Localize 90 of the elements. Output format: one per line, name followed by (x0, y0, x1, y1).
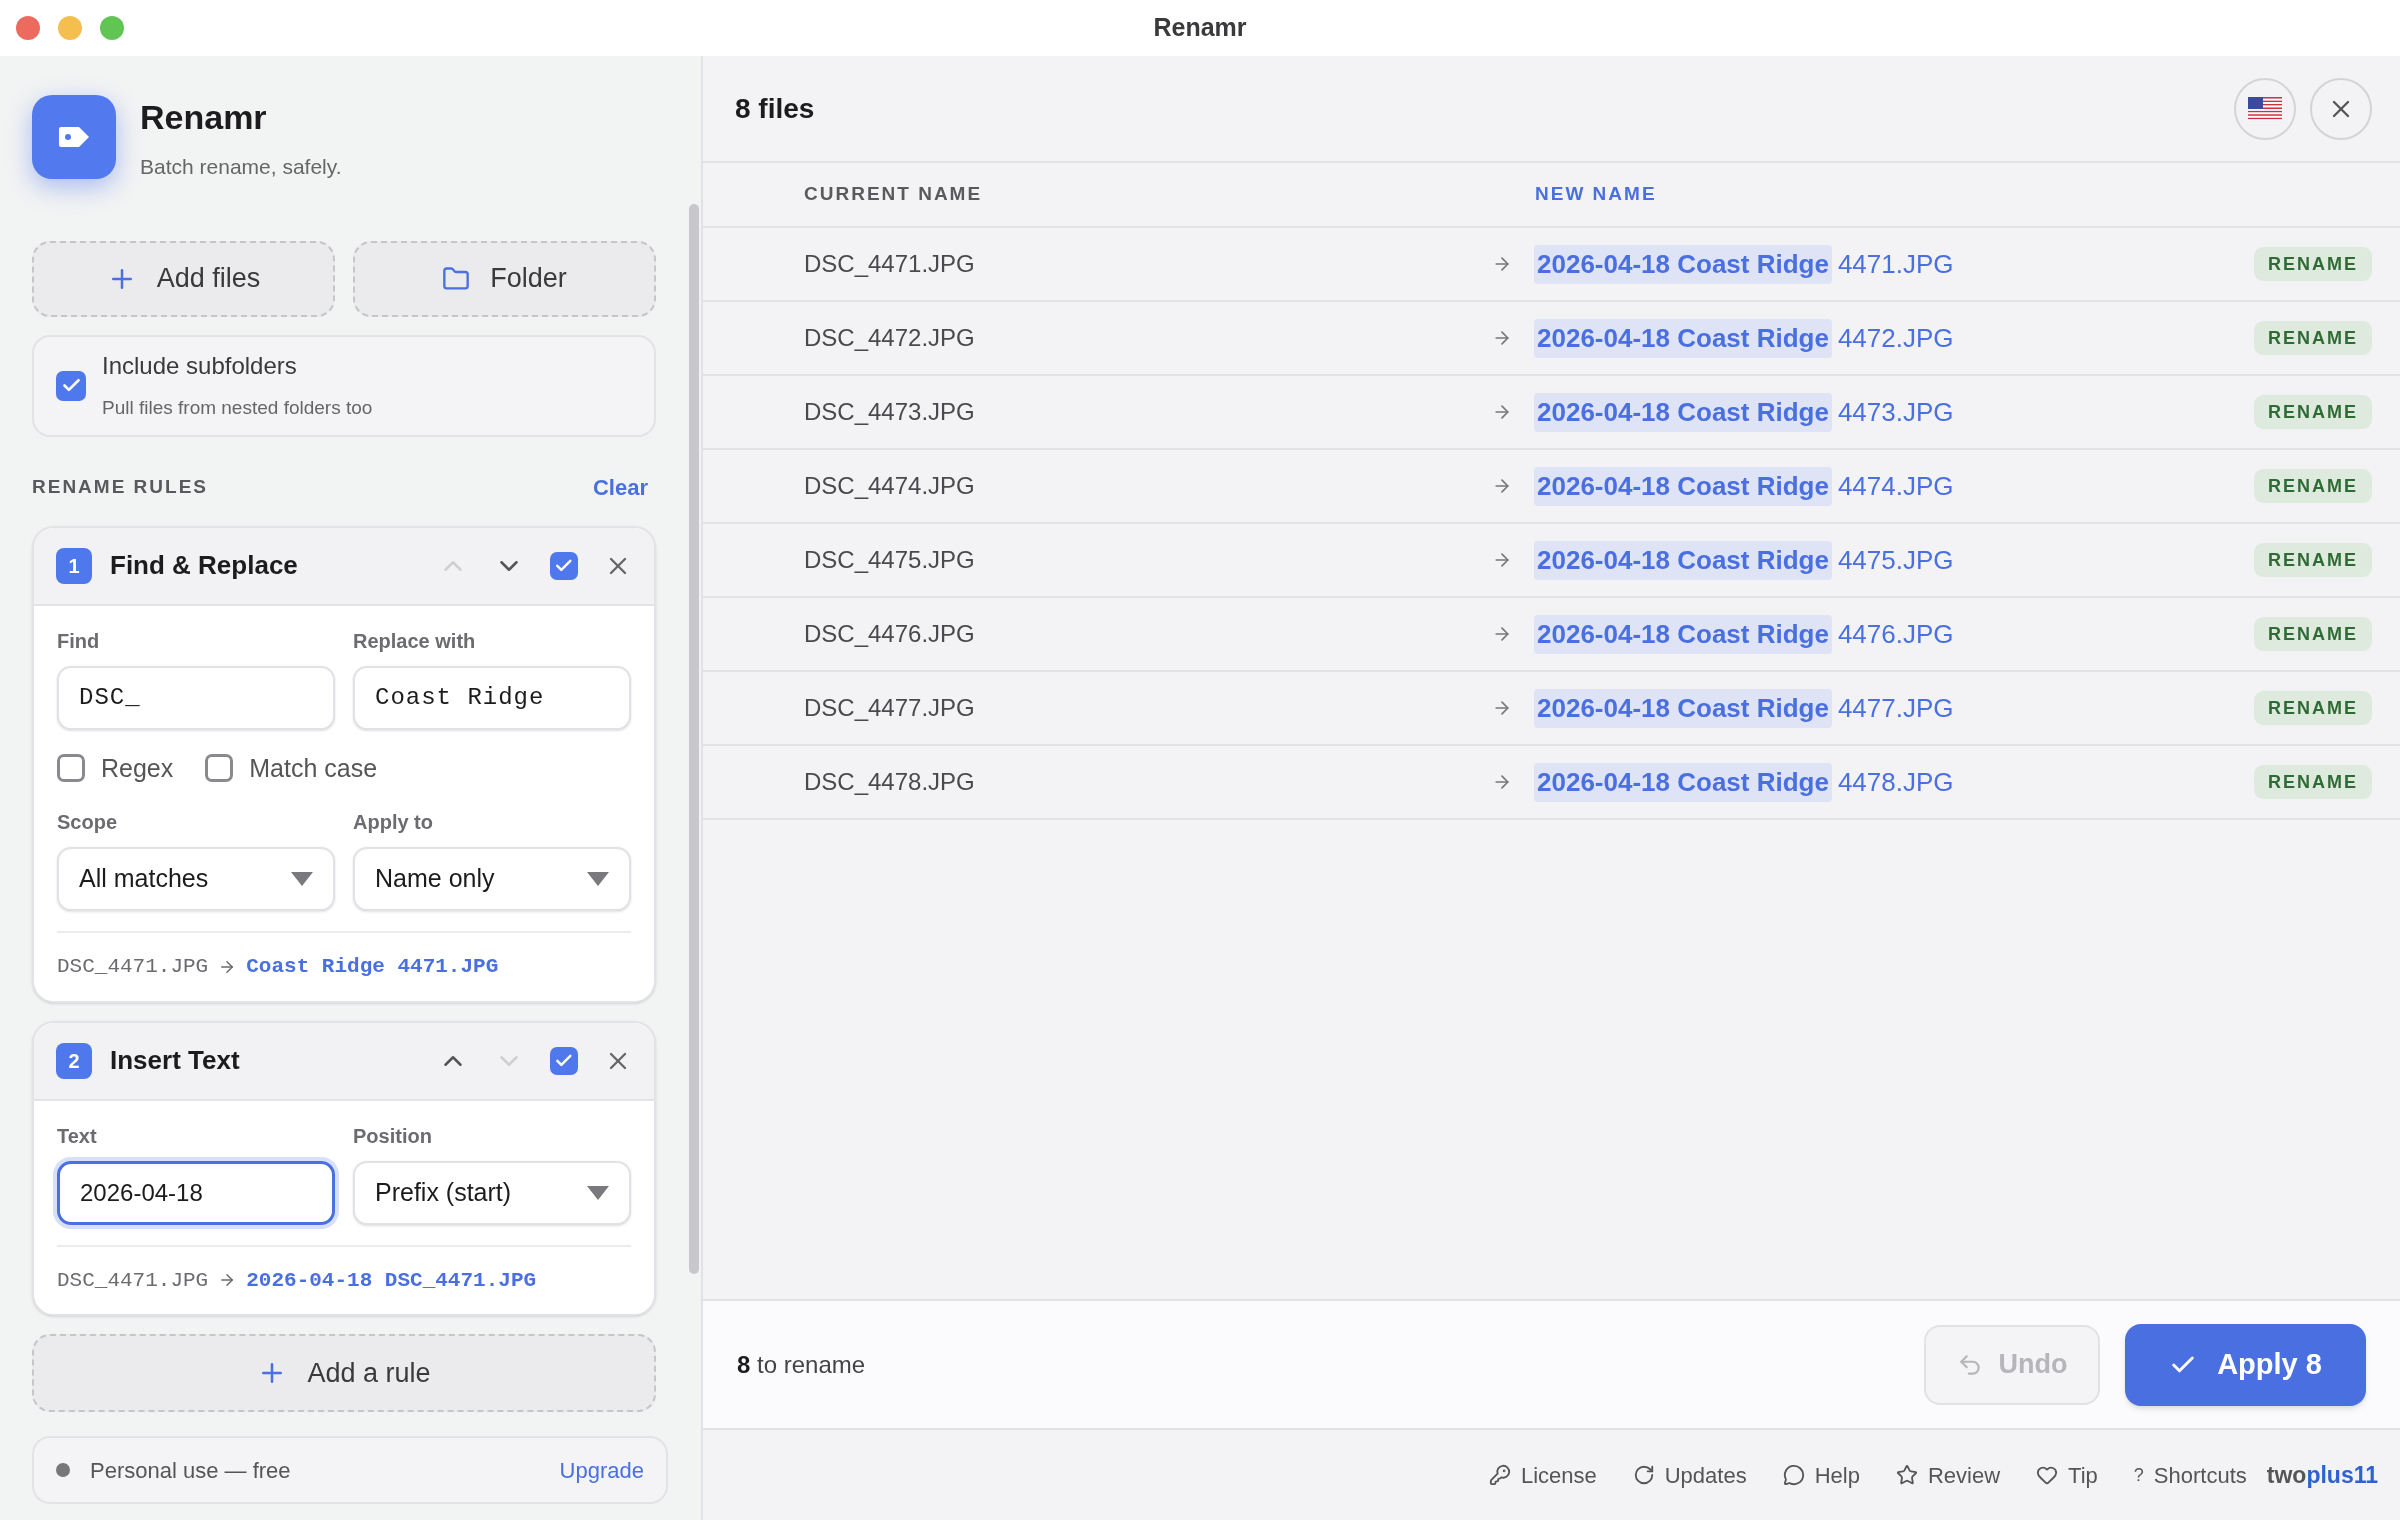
preview-after: Coast Ridge 4471.JPG (246, 954, 499, 980)
folder-button[interactable]: Folder (353, 240, 656, 317)
close-window-button[interactable] (16, 16, 40, 40)
status-badge: RENAME (2254, 765, 2372, 799)
column-header: CURRENT NAME (804, 182, 984, 207)
dropdown[interactable]: All matches (57, 847, 335, 911)
status-badge: RENAME (2254, 691, 2372, 725)
field-label: Scope (57, 810, 119, 835)
dropdown-caret-icon (291, 872, 313, 886)
footer-link-icon (1895, 1464, 1918, 1486)
field-label: Replace with (353, 628, 477, 654)
new-name-cell: 2026-04-18 Coast Ridge 4473.JPG (1534, 392, 1954, 432)
current-name-cell-text: DSC_4478.JPG (804, 767, 976, 797)
preview-before: DSC_4471.JPG (57, 954, 209, 980)
language-button[interactable] (2234, 77, 2296, 140)
dropdown[interactable]: Prefix (start) (353, 1160, 631, 1225)
add-files-button[interactable]: Add files (32, 240, 335, 317)
checkbox[interactable] (550, 551, 578, 580)
zoom-window-button[interactable] (100, 16, 124, 40)
dropdown-caret-icon (587, 1185, 609, 1200)
folder-icon (442, 264, 471, 293)
footer-link[interactable]: Tip (2036, 1458, 2098, 1492)
field-label: Text (57, 1123, 98, 1149)
preview-after: 2026-04-18 DSC_4471.JPG (246, 1267, 537, 1294)
status-badge: RENAME (2254, 247, 2372, 281)
rename-summary: 8 to rename (737, 1349, 866, 1380)
clear-link[interactable]: Clear (592, 470, 648, 504)
footer-link[interactable]: Updates (1632, 1458, 1747, 1492)
rule-number: 2 (56, 1042, 92, 1079)
window-title: Renamr (1153, 12, 1247, 44)
checkbox-label: Regex (101, 752, 174, 784)
question-mark-icon: ? (2133, 1461, 2144, 1489)
checkbox[interactable] (550, 1046, 578, 1075)
current-name-cell-text: DSC_4476.JPG (804, 619, 976, 649)
text-field[interactable]: DSC_ (57, 665, 335, 730)
new-name-cell: 2026-04-18 Coast Ridge 4472.JPG (1534, 318, 1954, 358)
dropdown[interactable]: Name only (353, 847, 631, 911)
footer-link[interactable]: ? Shortcuts (2133, 1458, 2247, 1492)
file-count-title: 8 files (735, 91, 815, 126)
current-name-cell-text: DSC_4474.JPG (804, 471, 976, 501)
status-badge: RENAME (2254, 617, 2372, 651)
add-rule-button[interactable]: Add a rule (32, 1334, 656, 1412)
status-badge: RENAME (2254, 469, 2372, 503)
rule-title: Find & Replace (110, 549, 298, 582)
current-name-cell-text: DSC_4472.JPG (804, 323, 976, 353)
preview-before: DSC_4471.JPG (57, 1267, 209, 1294)
subfolders-hint: Pull files from nested folders too (102, 396, 373, 421)
new-name-cell: 2026-04-18 Coast Ridge 4476.JPG (1534, 614, 1954, 654)
tag-icon (59, 127, 89, 148)
checkbox-label: Match case (249, 752, 378, 784)
status-badge: RENAME (2254, 321, 2372, 355)
current-name-cell-text: DSC_4475.JPG (804, 545, 976, 575)
new-name-cell: 2026-04-18 Coast Ridge 4474.JPG (1534, 466, 1954, 506)
subfolders-label: Include subfolders (102, 351, 298, 382)
status-badge: RENAME (2254, 543, 2372, 577)
column-header: NEW NAME (1535, 182, 1657, 207)
status-badge: RENAME (2254, 395, 2372, 429)
footer-link-icon (1488, 1464, 1511, 1486)
current-name-cell-text: DSC_4471.JPG (804, 249, 976, 279)
rule-number: 1 (56, 547, 92, 584)
license-text: Personal use — free (90, 1456, 291, 1485)
brand-logo: twoplus11 (2266, 1460, 2378, 1490)
app-tagline: Batch rename, safely. (140, 154, 342, 180)
checkbox[interactable] (56, 370, 86, 401)
dropdown-caret-icon (587, 872, 609, 886)
field-label: Position (353, 1123, 433, 1149)
new-name-cell: 2026-04-18 Coast Ridge 4478.JPG (1534, 762, 1954, 802)
app-name: Renamr (140, 97, 268, 138)
footer-link[interactable]: Help (1782, 1458, 1860, 1492)
footer-link[interactable]: Review (1895, 1458, 2001, 1492)
current-name-cell-text: DSC_4473.JPG (804, 397, 976, 427)
close-button[interactable] (2310, 77, 2372, 140)
current-name-cell-text: DSC_4477.JPG (804, 693, 976, 723)
rule-title: Insert Text (110, 1044, 240, 1077)
field-label: Find (57, 628, 101, 654)
checkbox[interactable] (205, 754, 234, 783)
flag-icon (2248, 96, 2282, 121)
new-name-cell: 2026-04-18 Coast Ridge 4471.JPG (1534, 244, 1954, 284)
checkbox[interactable] (57, 754, 85, 783)
new-name-cell: 2026-04-18 Coast Ridge 4475.JPG (1534, 540, 1954, 580)
footer-link[interactable]: License (1488, 1458, 1597, 1492)
footer-link-icon (1632, 1464, 1655, 1486)
section-heading: RENAME RULES (32, 474, 208, 499)
footer-link-icon (2036, 1464, 2059, 1486)
upgrade-link[interactable]: Upgrade (559, 1453, 644, 1487)
field-label: Apply to (353, 810, 434, 835)
apply-button[interactable]: Apply 8 (2125, 1323, 2366, 1406)
text-field[interactable]: Coast Ridge (353, 665, 631, 730)
footer-link-icon (1782, 1464, 1805, 1486)
new-name-cell: 2026-04-18 Coast Ridge 4477.JPG (1534, 688, 1954, 728)
